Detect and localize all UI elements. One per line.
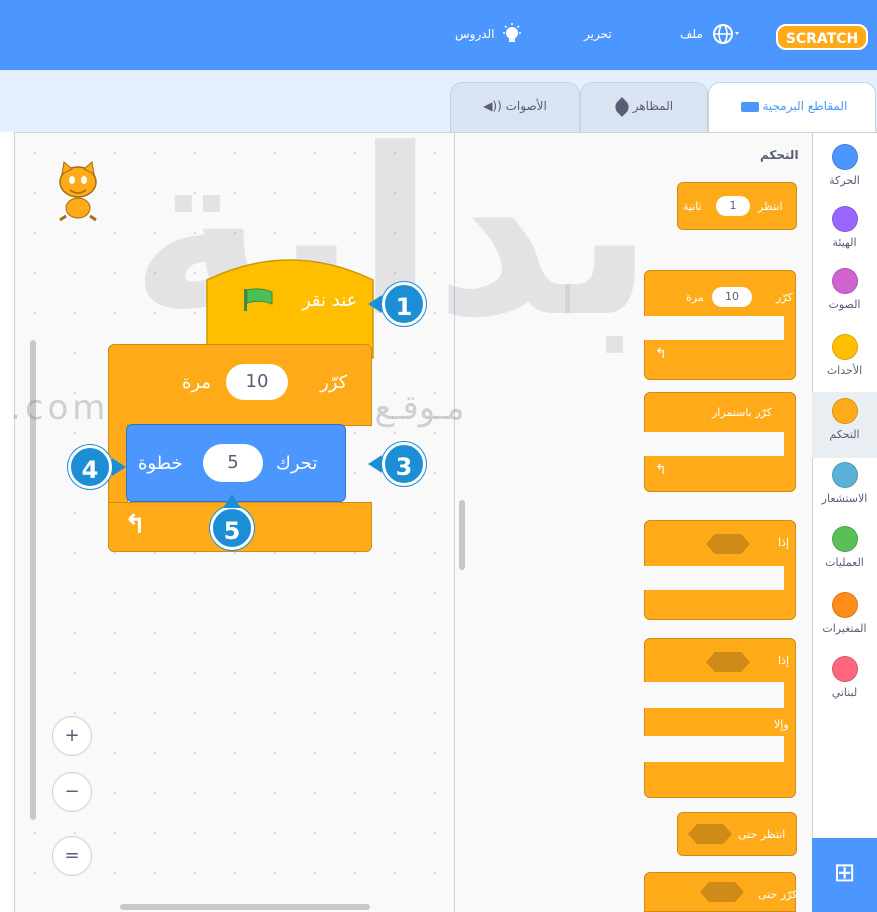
- zoom-reset-button[interactable]: =: [52, 836, 92, 876]
- category-operators[interactable]: العمليات: [812, 522, 877, 582]
- callout-badge-5: 5: [210, 506, 254, 550]
- looks-dot-icon: [831, 206, 858, 232]
- category-my-blocks-label: لبناتي: [831, 686, 858, 699]
- scratch-logo[interactable]: SCRATCH: [776, 24, 868, 50]
- workspace-hscrollbar[interactable]: [120, 904, 370, 910]
- category-control[interactable]: التحكم: [812, 392, 877, 458]
- category-motion[interactable]: الحركة: [812, 140, 877, 200]
- tab-code-label: المقاطع البرمجية: [762, 99, 848, 113]
- repeat-label: كرّر: [320, 372, 348, 393]
- palette-wait-unit: ثانية: [683, 200, 702, 213]
- palette-repeat-arrow-icon: ↰: [655, 346, 667, 362]
- callout-badge-3: 3: [382, 442, 426, 486]
- extension-icon: ⊞: [833, 858, 856, 888]
- palette-repeat-label: كرّر: [776, 291, 793, 304]
- repeat-unit: مرة: [182, 372, 212, 393]
- loop-arrow-icon: ↰: [124, 510, 146, 540]
- zoom-in-button[interactable]: +: [52, 716, 92, 756]
- category-sound-label: الصوت: [828, 298, 861, 311]
- blocks-icon: [740, 101, 759, 112]
- palette-scrollbar[interactable]: [459, 500, 465, 570]
- palette-repeat-until-condition[interactable]: [700, 882, 744, 902]
- palette-forever-arrow-icon: ↰: [655, 462, 667, 478]
- motion-dot-icon: [831, 144, 858, 170]
- sensing-dot-icon: [831, 462, 858, 488]
- palette-if-else-label: إذا: [778, 654, 790, 667]
- category-sensing-label: الاستشعار: [821, 492, 868, 505]
- zoom-reset-icon: =: [64, 845, 80, 866]
- palette-repeat-until-label: كرّر حتى: [758, 888, 798, 901]
- tutorials-menu[interactable]: الدروس: [455, 27, 495, 41]
- menu-bar: [0, 0, 877, 70]
- move-label: تحرك: [276, 453, 318, 474]
- sprite-cat-icon: [48, 160, 108, 222]
- category-events[interactable]: الأحداث: [812, 330, 877, 390]
- category-variables-label: المتغيرات: [822, 622, 867, 635]
- palette-if-label: إذا: [778, 536, 790, 549]
- operators-dot-icon: [831, 526, 858, 552]
- callout-pointer-1: [368, 295, 382, 313]
- palette-repeat-slot: [644, 316, 784, 340]
- palette-if-else-slot2: [644, 736, 784, 762]
- green-flag-icon: [242, 287, 278, 313]
- file-menu[interactable]: ملف: [680, 27, 703, 41]
- category-looks[interactable]: الهيئة: [812, 202, 877, 262]
- control-dot-icon: [831, 398, 858, 424]
- category-looks-label: الهيئة: [832, 236, 857, 249]
- category-my-blocks[interactable]: لبناتي: [812, 652, 877, 712]
- lightbulb-icon: [500, 22, 524, 46]
- category-control-label: التحكم: [829, 428, 860, 441]
- palette-wait-input[interactable]: 1: [716, 196, 750, 216]
- category-operators-label: العمليات: [825, 556, 864, 569]
- category-events-label: الأحداث: [826, 364, 863, 377]
- palette-repeat-unit: مرة: [686, 291, 704, 304]
- palette-if-else-condition[interactable]: [706, 652, 750, 672]
- events-dot-icon: [831, 334, 858, 360]
- palette-wait-until-label: انتظر حتى: [738, 828, 786, 841]
- palette-heading: التحكم: [760, 148, 799, 162]
- globe-icon[interactable]: [713, 22, 743, 46]
- palette-wait-until-condition[interactable]: [688, 824, 732, 844]
- palette-if-condition[interactable]: [706, 534, 750, 554]
- move-unit: خطوة: [138, 453, 183, 474]
- tab-code[interactable]: المقاطع البرمجية: [708, 82, 876, 134]
- my-blocks-dot-icon: [831, 656, 858, 682]
- callout-badge-1: 1: [382, 282, 426, 326]
- palette-forever-slot: [644, 432, 784, 456]
- repeat-count-input[interactable]: 10: [226, 364, 288, 400]
- palette-wait-label: انتظر: [758, 200, 783, 213]
- palette-if-slot: [644, 566, 784, 590]
- edit-menu[interactable]: تحرير: [584, 27, 612, 41]
- category-variables[interactable]: المتغيرات: [812, 588, 877, 648]
- palette-else-label: وإلا: [774, 718, 789, 731]
- category-sound[interactable]: الصوت: [812, 264, 877, 324]
- when-flag-label: عند نقر: [302, 290, 358, 311]
- zoom-in-icon: +: [64, 725, 80, 746]
- sound-dot-icon: [831, 268, 858, 294]
- palette-repeat-input[interactable]: 10: [712, 287, 752, 307]
- callout-pointer-4: [112, 458, 126, 476]
- variables-dot-icon: [831, 592, 858, 618]
- zoom-out-button[interactable]: −: [52, 772, 92, 812]
- callout-badge-4: 4: [68, 445, 112, 489]
- callout-pointer-5: [223, 494, 241, 508]
- category-motion-label: الحركة: [829, 174, 860, 187]
- add-extension-button[interactable]: ⊞: [812, 838, 877, 912]
- zoom-out-icon: −: [64, 781, 80, 802]
- category-sensing[interactable]: الاستشعار: [812, 458, 877, 518]
- callout-pointer-3: [368, 455, 382, 473]
- palette-forever-label: كرّر باستمرار: [712, 406, 772, 419]
- palette-if-else-slot1: [644, 682, 784, 708]
- move-steps-input[interactable]: 5: [203, 444, 263, 482]
